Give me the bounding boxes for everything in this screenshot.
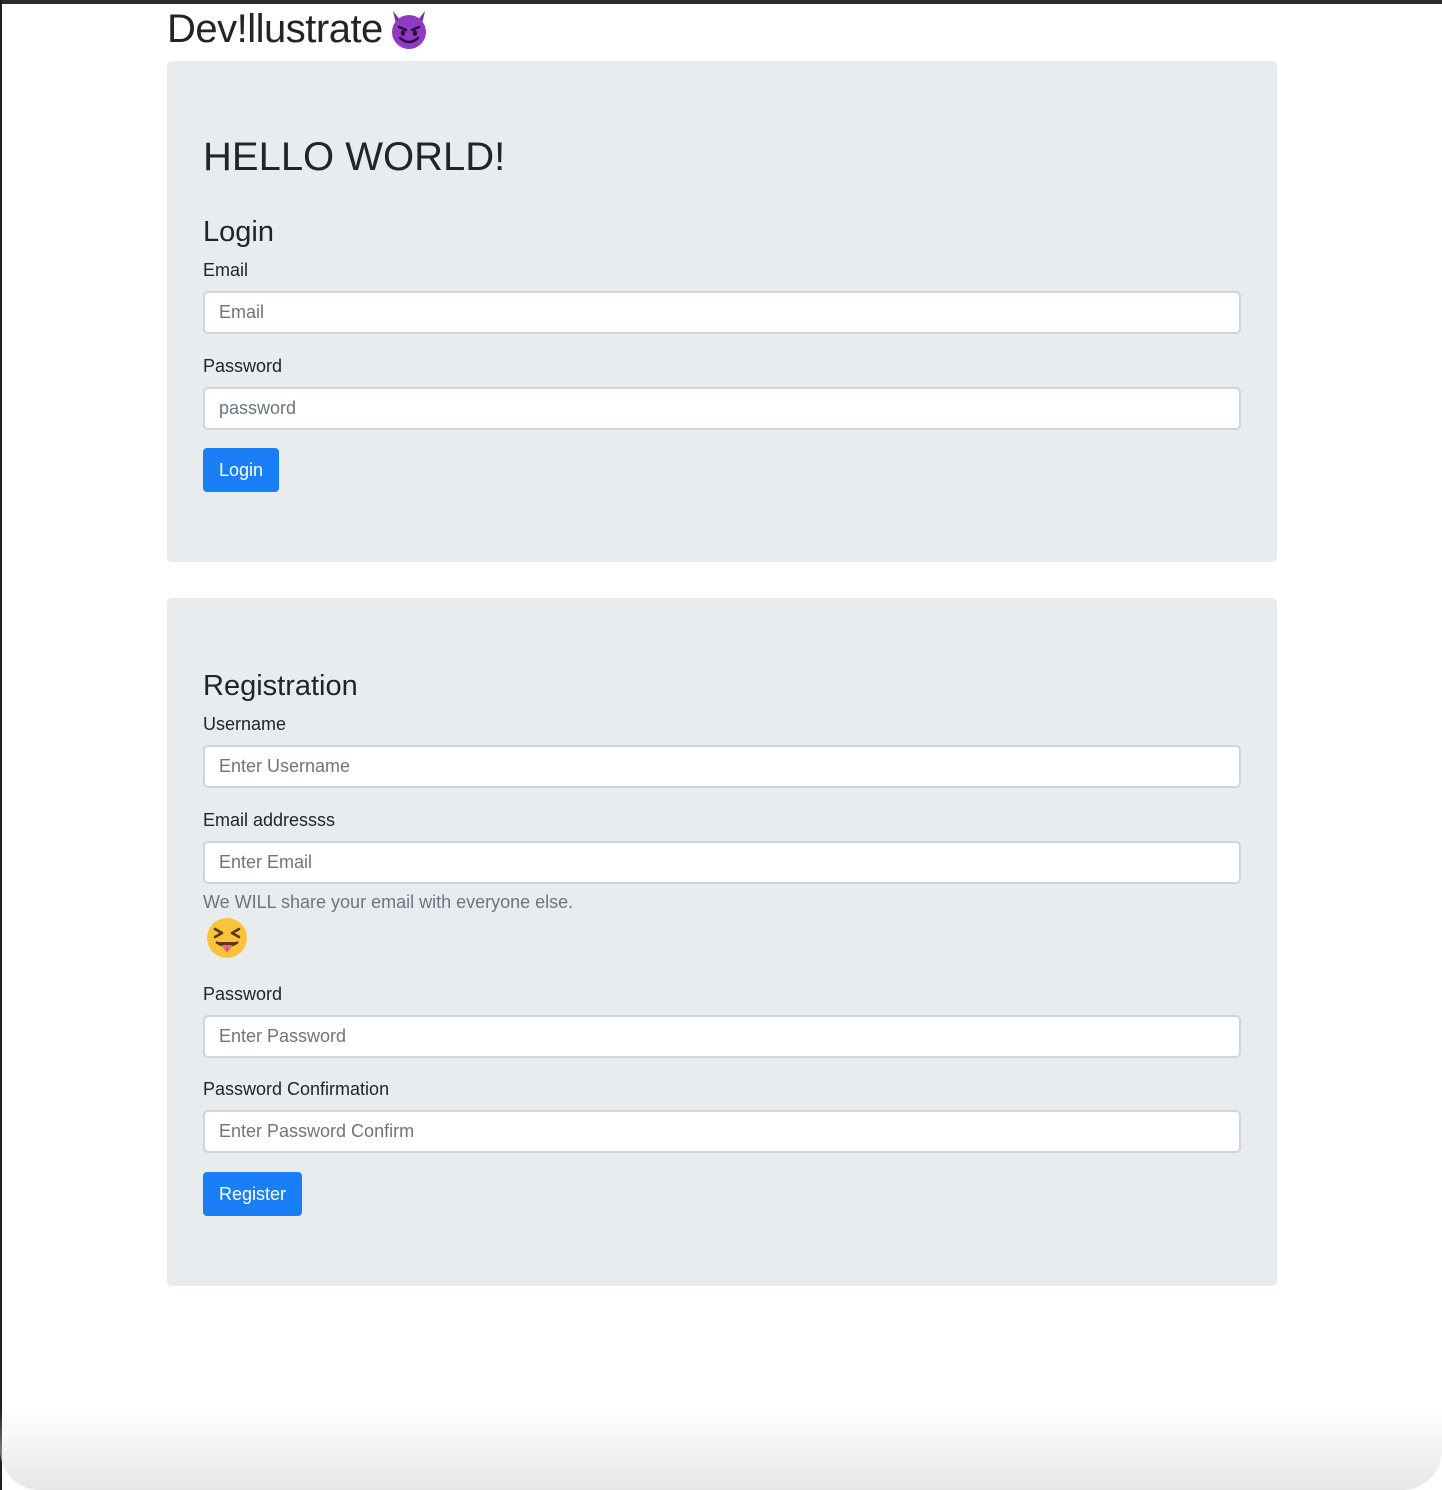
brand-title: Dev!llustrate [167, 7, 383, 51]
login-title: Login [203, 216, 274, 248]
smiling-face-with-horns-icon [391, 11, 426, 49]
registration-password-input[interactable] [203, 1015, 1241, 1058]
login-email-label: Email [203, 260, 249, 280]
username-input[interactable] [203, 745, 1241, 788]
register-button[interactable]: Register [203, 1172, 303, 1216]
window-top-border [0, 0, 1442, 4]
email-help-text: We WILL share your email with everyone e… [203, 892, 574, 912]
login-panel: HELLO WORLD! Login Email Password Login [167, 61, 1277, 562]
brand-header: Dev!llustrate [167, 6, 431, 52]
password-confirmation-label: Password Confirmation [203, 1079, 390, 1099]
login-button[interactable]: Login [203, 448, 280, 492]
login-password-label: Password [203, 356, 283, 376]
registration-email-input[interactable] [203, 841, 1241, 884]
login-password-input[interactable] [203, 387, 1241, 430]
window-bottom-shadow [0, 1410, 1442, 1490]
login-email-input[interactable] [203, 291, 1241, 334]
registration-password-label: Password [203, 984, 283, 1004]
window-left-border [0, 0, 2, 1490]
registration-title: Registration [203, 670, 358, 702]
squinting-face-with-tongue-icon [207, 918, 247, 958]
username-label: Username [203, 714, 287, 734]
password-confirmation-input[interactable] [203, 1110, 1241, 1153]
registration-panel: Registration Username Email addressss We… [167, 598, 1277, 1286]
registration-email-label: Email addressss [203, 810, 336, 830]
hello-heading: HELLO WORLD! [203, 135, 506, 179]
